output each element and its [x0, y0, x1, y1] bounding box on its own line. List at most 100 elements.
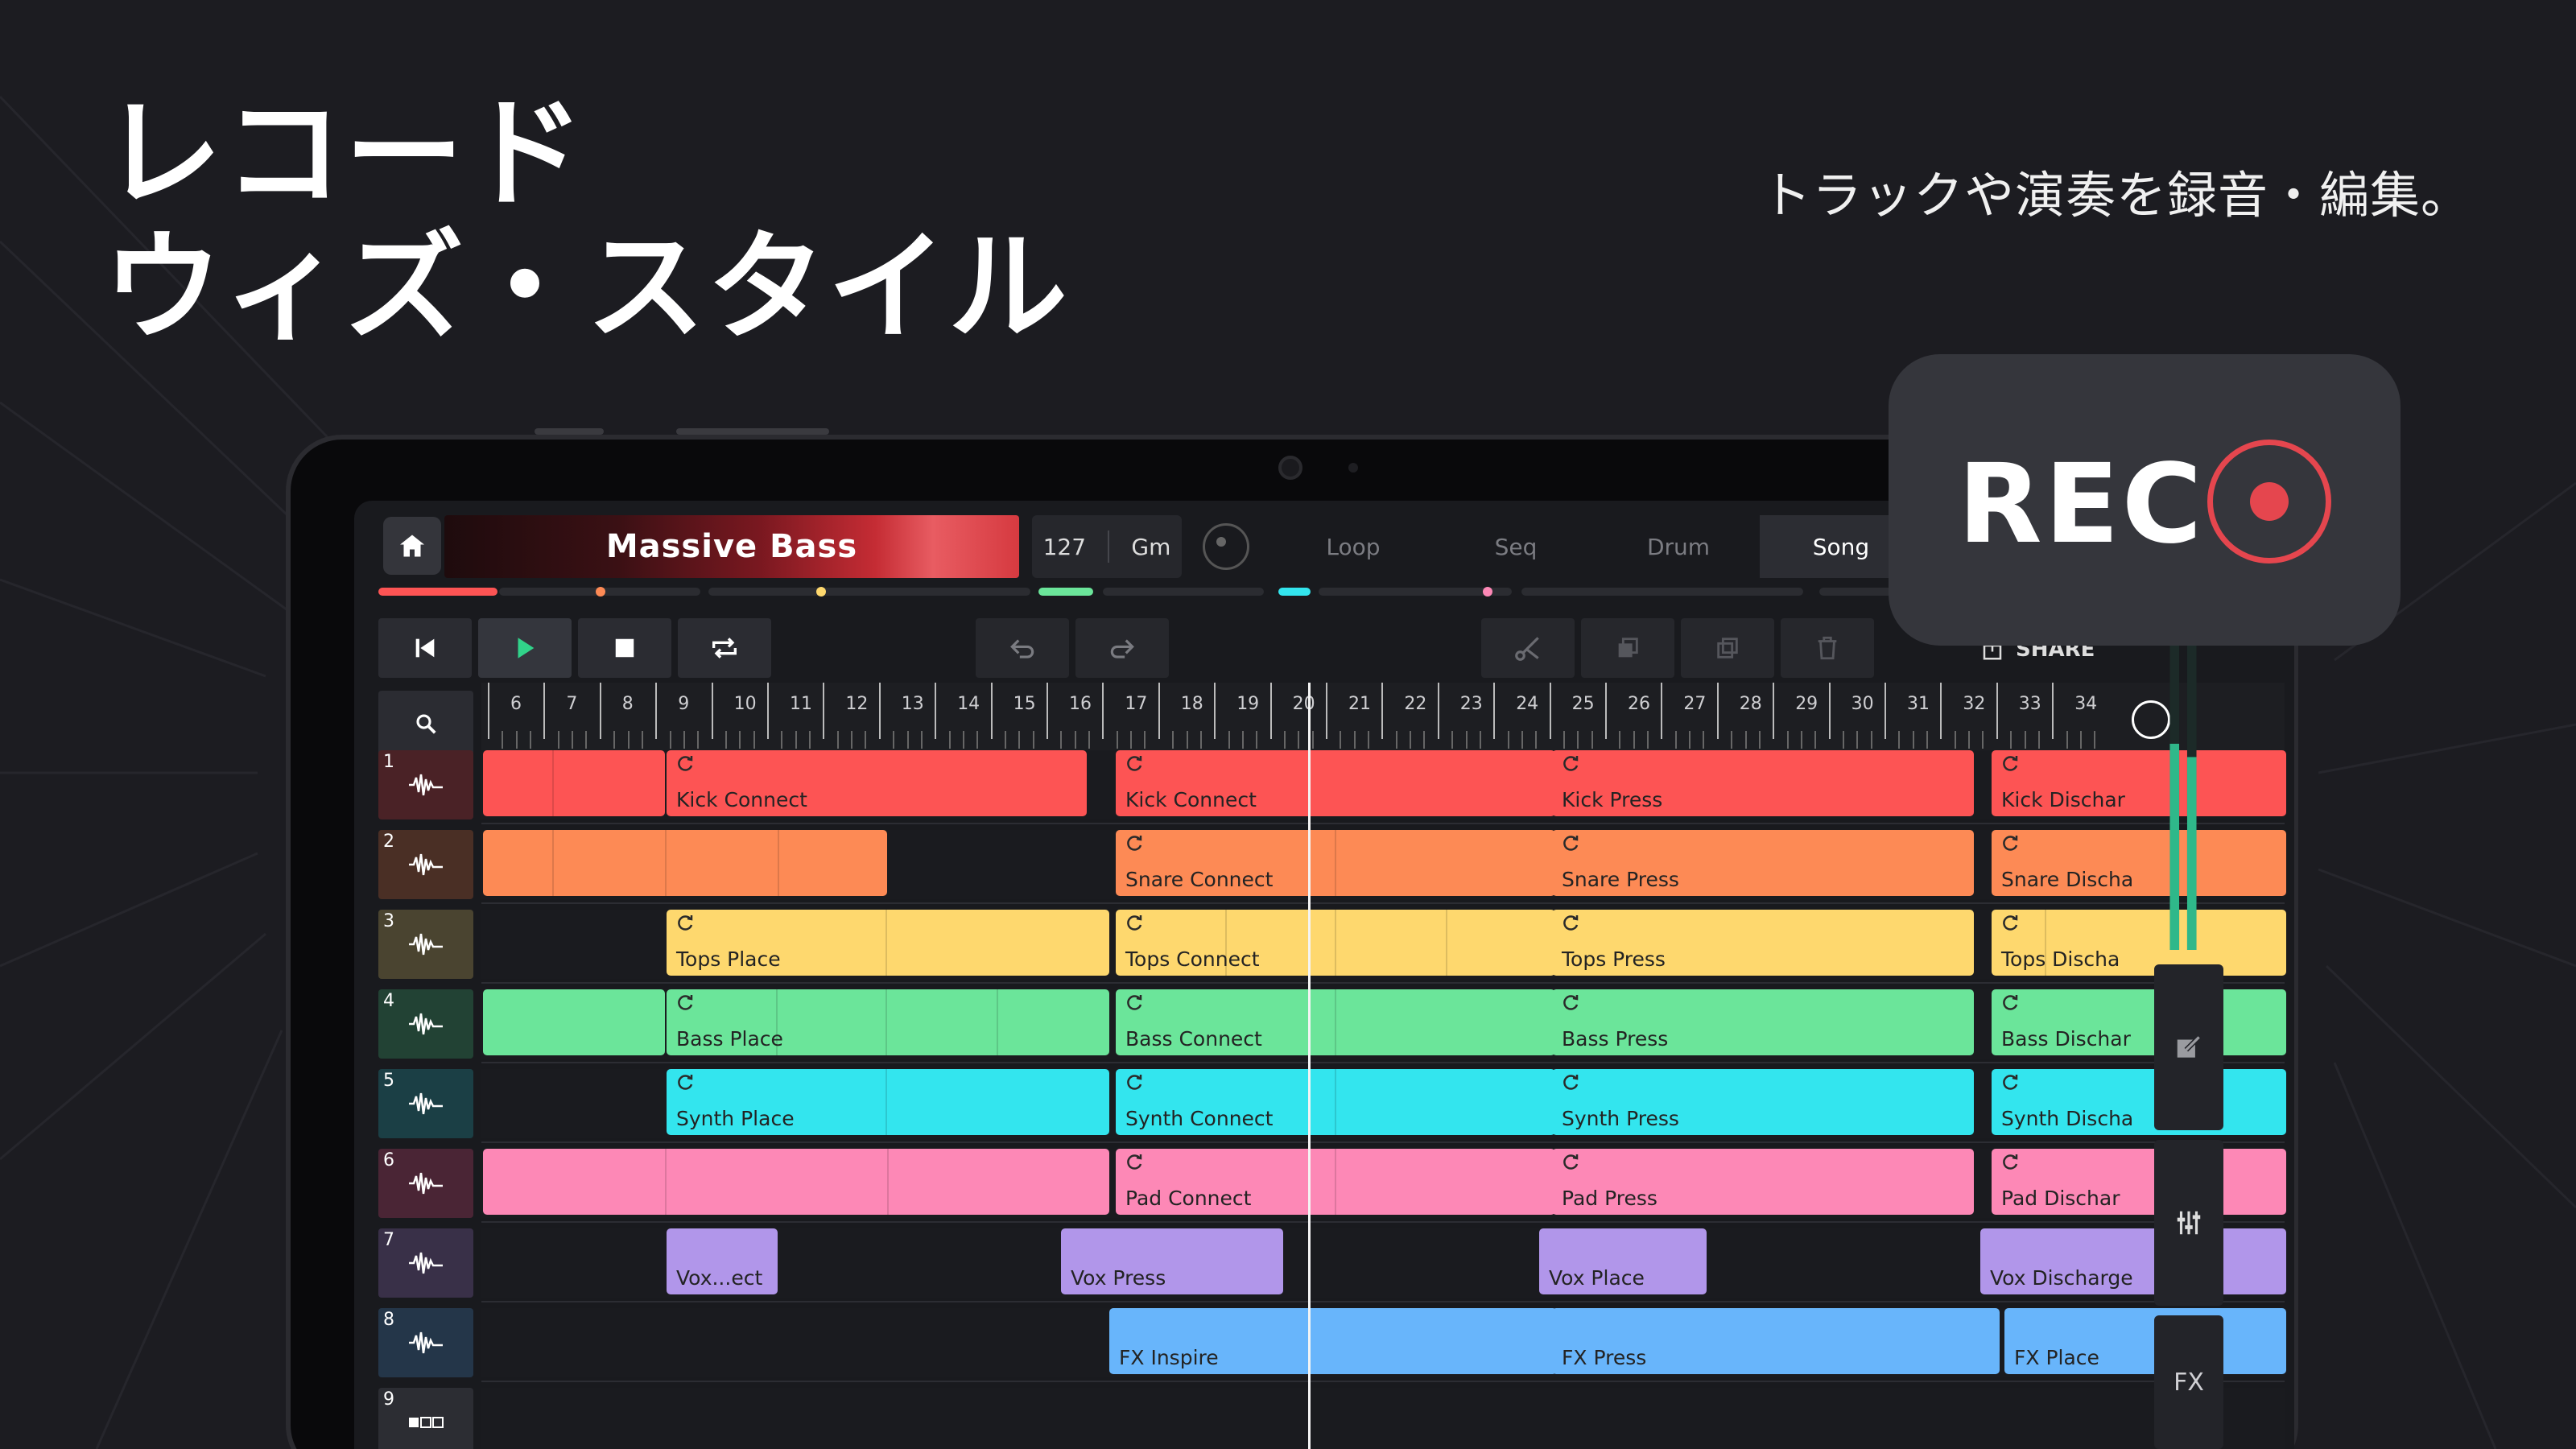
overview-dot — [1483, 587, 1492, 597]
play-button[interactable] — [478, 618, 572, 678]
clip[interactable]: Pad Dischar — [1992, 1149, 2286, 1215]
clip[interactable]: FX Press — [1552, 1308, 2000, 1374]
clip[interactable] — [483, 750, 665, 816]
clip[interactable]: Tops Press — [1552, 910, 1974, 976]
clip[interactable]: Kick Connect — [1116, 750, 1555, 816]
stop-button[interactable] — [578, 618, 671, 678]
playhead[interactable] — [1308, 683, 1311, 1449]
track-header[interactable]: 3 — [378, 910, 473, 979]
clip[interactable]: Pad Press — [1552, 1149, 1974, 1215]
clip[interactable]: Bass Connect — [1116, 989, 1555, 1055]
delete-button[interactable] — [1781, 618, 1874, 678]
ruler-subtick — [1256, 731, 1258, 749]
clip-label: Snare Connect — [1125, 868, 1274, 891]
clip[interactable]: Tops Connect — [1116, 910, 1555, 976]
home-button[interactable] — [383, 517, 441, 575]
clip[interactable] — [483, 989, 665, 1055]
track-lane[interactable]: Kick Connect Kick Connect Kick Press Kick D… — [481, 750, 2286, 824]
ruler-subtick — [781, 731, 783, 749]
clip-label: Bass Connect — [1125, 1027, 1262, 1051]
clip[interactable]: Synth Place — [667, 1069, 1109, 1135]
clip[interactable]: Kick Dischar — [1992, 750, 2286, 816]
edit-button[interactable] — [2154, 964, 2223, 1130]
track-header[interactable]: 2 — [378, 830, 473, 899]
loop-clip-icon — [2003, 915, 2018, 931]
track-header[interactable]: 7 — [378, 1228, 473, 1298]
redo-button[interactable] — [1075, 618, 1169, 678]
tempo-key-display[interactable]: 127 Gm — [1032, 515, 1182, 578]
timeline-ruler[interactable]: 6 7 8 9 10 11 12 13 14 15 16 17 18 19 20 21 22 23 24 25 26 27… — [481, 683, 2285, 757]
track-header[interactable]: 4 — [378, 989, 473, 1059]
mixer-button[interactable] — [2154, 1140, 2223, 1306]
clip[interactable]: Snare Press — [1552, 830, 1974, 896]
mixer-icon — [2177, 1211, 2201, 1235]
metronome-knob-icon[interactable] — [1203, 523, 1249, 570]
loop-button[interactable] — [678, 618, 771, 678]
clip[interactable]: Synth Connect — [1116, 1069, 1555, 1135]
tab-seq[interactable]: Seq — [1435, 515, 1597, 578]
track-lane[interactable]: FX Inspire FX Press FX Place — [481, 1308, 2286, 1382]
track-lane[interactable]: Snare Connect Snare Press Snare Discha — [481, 830, 2286, 904]
clip[interactable] — [483, 830, 887, 896]
clip[interactable] — [483, 1149, 1109, 1215]
clip[interactable]: Tops Discha — [1992, 910, 2286, 976]
track-header[interactable]: 8 — [378, 1308, 473, 1377]
track-lane[interactable]: Tops Place Tops Connect Tops Press Tops Dis… — [481, 910, 2286, 984]
ruler-subtick — [2066, 731, 2068, 749]
clip[interactable]: Vox Place — [1539, 1228, 1707, 1294]
skip-back-button[interactable] — [378, 618, 472, 678]
clip-segment — [1335, 1069, 1336, 1135]
clip-label: Vox Place — [1549, 1266, 1645, 1290]
clip[interactable]: Snare Connect — [1116, 830, 1555, 896]
track-header[interactable]: 6 — [378, 1149, 473, 1218]
clip[interactable]: Kick Press — [1552, 750, 1974, 816]
track-lane[interactable]: Vox...ect Vox Press Vox Place Vox Discharge — [481, 1228, 2286, 1302]
clip[interactable]: Pad Connect — [1116, 1149, 1555, 1215]
overview-bar — [708, 588, 1030, 596]
clip[interactable]: Bass Dischar — [1992, 989, 2286, 1055]
clip[interactable]: Vox...ect — [667, 1228, 778, 1294]
clip[interactable]: Synth Discha — [1992, 1069, 2286, 1135]
clip[interactable]: Synth Press — [1552, 1069, 1974, 1135]
track-lane[interactable]: Bass Place Bass Connect Bass Press Bass Dis… — [481, 989, 2286, 1063]
tab-drum[interactable]: Drum — [1597, 515, 1760, 578]
clip[interactable]: Bass Press — [1552, 989, 1974, 1055]
track-header[interactable]: 1 — [378, 750, 473, 819]
track-header[interactable]: 9 — [378, 1388, 473, 1449]
track-lane[interactable] — [481, 1388, 2285, 1449]
clip[interactable]: Tops Place — [667, 910, 1109, 976]
clip-segment — [665, 1149, 667, 1215]
ruler-subtick — [1298, 731, 1300, 749]
stop-icon — [615, 638, 634, 658]
ruler-tick — [1661, 683, 1663, 739]
clip[interactable]: Bass Place — [667, 989, 1109, 1055]
overview-bar — [378, 588, 497, 596]
clip-segment — [1335, 910, 1336, 976]
copy-button[interactable] — [1681, 618, 1774, 678]
duplicate-button[interactable] — [1581, 618, 1674, 678]
clip[interactable]: Vox Discharge — [1980, 1228, 2286, 1294]
clip[interactable]: FX Place — [2004, 1308, 2286, 1374]
ruler-subtick — [1130, 731, 1133, 749]
clip-label: Vox Press — [1071, 1266, 1166, 1290]
song-banner[interactable]: Massive Bass — [444, 515, 1019, 578]
clip[interactable]: Kick Connect — [667, 750, 1087, 816]
cut-button[interactable] — [1481, 618, 1575, 678]
fx-button[interactable]: FX — [2154, 1315, 2223, 1449]
track-number: 6 — [383, 1150, 394, 1170]
track-lane[interactable]: Synth Place Synth Connect Synth Press Synth… — [481, 1069, 2286, 1143]
track-header[interactable]: 5 — [378, 1069, 473, 1138]
clip[interactable]: Vox Press — [1061, 1228, 1283, 1294]
ruler-tick — [1996, 683, 1998, 739]
clip[interactable]: Snare Discha — [1992, 830, 2286, 896]
ruler-subtick — [1060, 731, 1063, 749]
search-button[interactable] — [378, 691, 473, 757]
undo-button[interactable] — [976, 618, 1069, 678]
tab-loop[interactable]: Loop — [1272, 515, 1435, 578]
track-number: 2 — [383, 832, 394, 852]
clip[interactable]: FX Inspire — [1109, 1308, 1557, 1374]
clip-segment — [886, 1069, 887, 1135]
ruler-subtick — [1856, 731, 1859, 749]
ruler-subtick — [809, 731, 811, 749]
track-lane[interactable]: Pad Connect Pad Press Pad Dischar — [481, 1149, 2286, 1223]
